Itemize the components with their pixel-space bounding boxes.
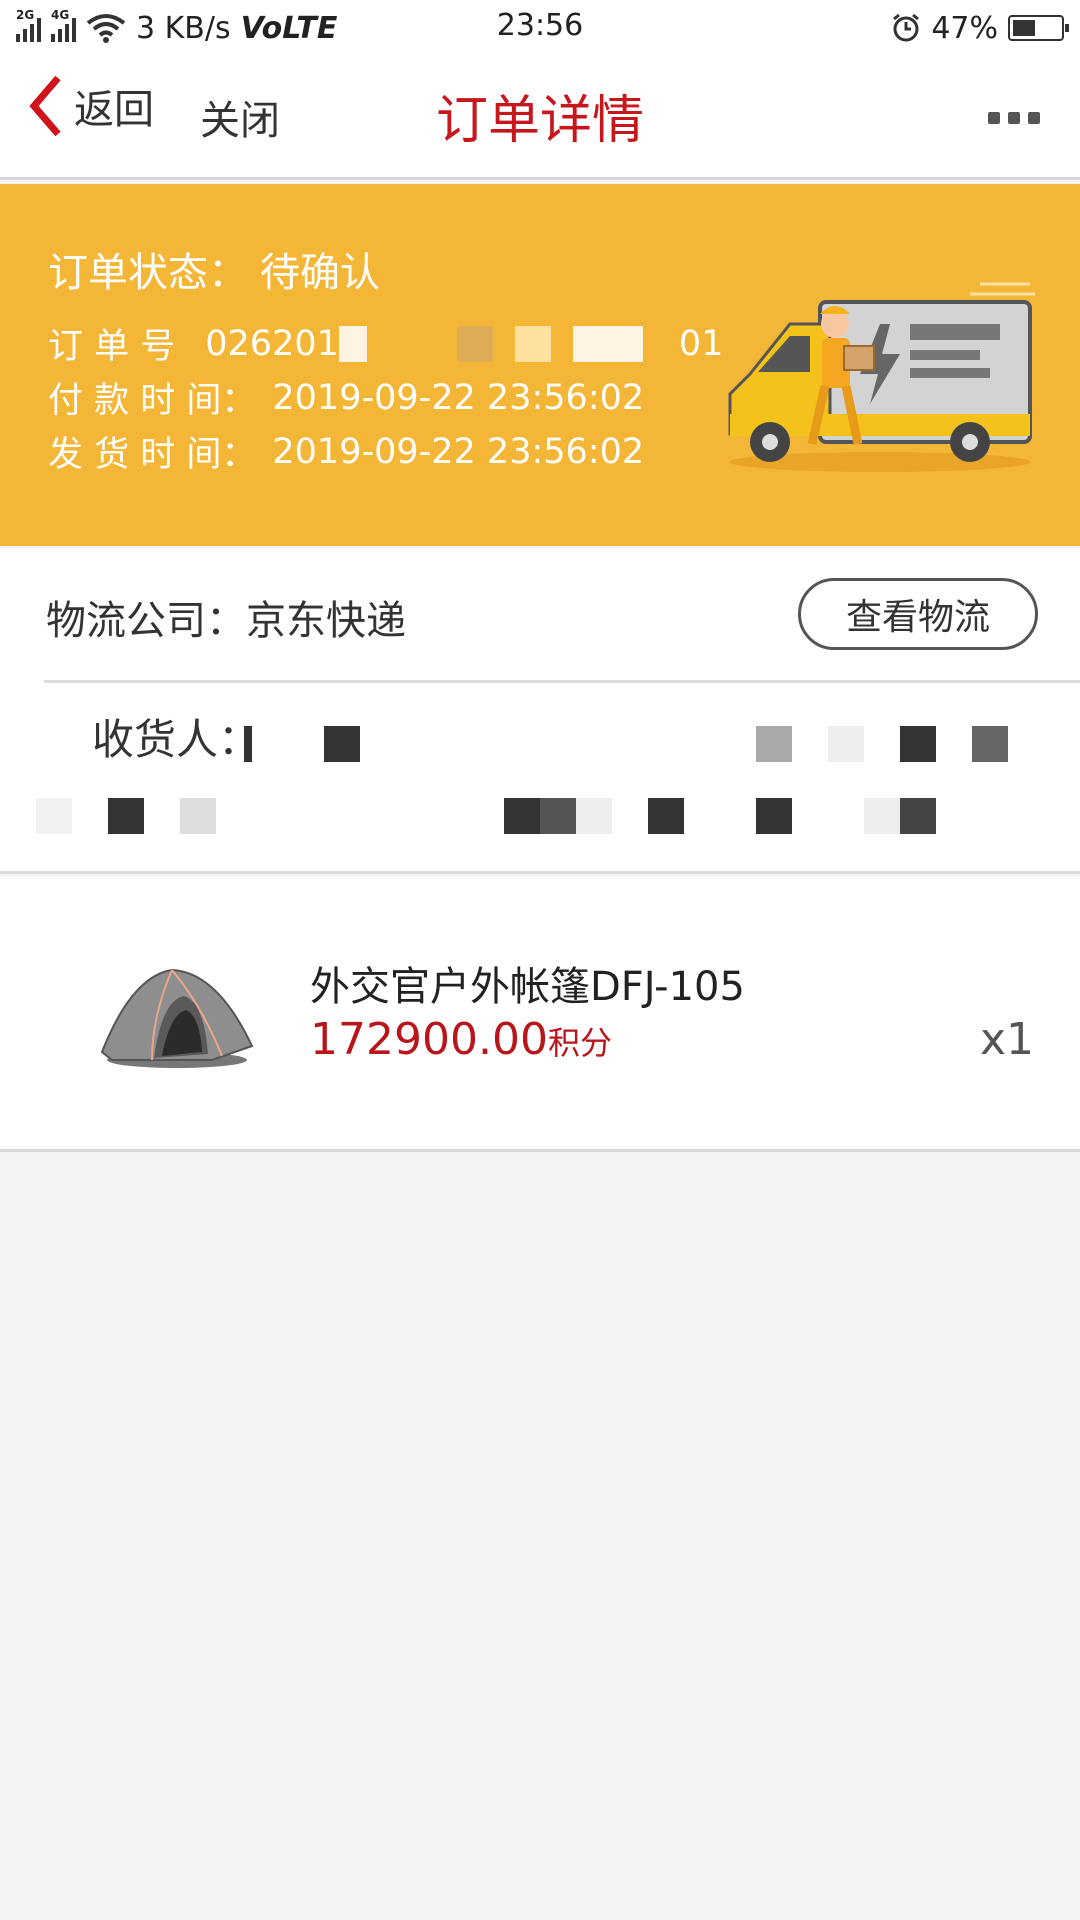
redacted-block (828, 726, 864, 762)
pay-time-value: 2019-09-22 23:56:02 (272, 377, 645, 418)
redacted-block (900, 726, 936, 762)
redacted-block (244, 726, 252, 762)
product-price-unit: 积分 (547, 1024, 612, 1062)
logistics-company: 物流公司：京东快递 (46, 588, 406, 646)
battery-icon (1008, 15, 1069, 41)
redacted-block (180, 798, 216, 834)
status-bar: 2G 4G 3 KB/s VoLTE 23:56 47% (0, 0, 1080, 56)
redacted-block (576, 798, 612, 834)
logistics-company-value: 京东快递 (246, 598, 406, 644)
nav-bar: 返回 关闭 订单详情 (0, 56, 1080, 180)
pay-time-label: 付 款 时 间： (48, 381, 257, 421)
order-status: 订单状态： 待确认 (48, 240, 380, 298)
redacted-block (514, 325, 551, 362)
receiver-label: 收货人： (92, 715, 261, 764)
ship-time-value: 2019-09-22 23:56:02 (272, 431, 645, 472)
tent-image (100, 968, 254, 1068)
ship-time-label: 发 货 时 间： (48, 435, 257, 475)
redacted-block (972, 726, 1008, 762)
redacted-block (338, 325, 367, 362)
more-dots-icon[interactable] (988, 112, 1040, 124)
redacted-block (648, 798, 684, 834)
order-status-banner: 订单状态： 待确认 订 单 号 026201 01 付 款 时 间： 2019-0… (0, 184, 1080, 546)
redacted-block (756, 798, 792, 834)
order-number-label: 订 单 号 (48, 327, 176, 367)
redacted-block (756, 726, 792, 762)
redacted-block (108, 798, 144, 834)
redacted-block (900, 798, 936, 834)
view-logistics-button[interactable]: 查看物流 (798, 578, 1038, 650)
clock: 23:56 (496, 8, 584, 43)
page-title: 订单详情 (435, 91, 644, 151)
redacted-block (324, 726, 360, 762)
redacted-block (540, 798, 576, 834)
order-status-value: 待确认 (260, 250, 380, 296)
redacted-block (504, 798, 540, 834)
pay-time-row: 付 款 时 间： 2019-09-22 23:56:02 (48, 372, 644, 423)
order-number-row: 订 单 号 026201 01 (48, 318, 723, 369)
product-name[interactable]: 外交官户外帐篷DFJ-105 (310, 954, 745, 1012)
order-number-prefix: 026201 (205, 323, 339, 364)
delivery-truck-illustration (728, 282, 1035, 472)
redacted-block (572, 325, 643, 362)
product-quantity: x1 (979, 1014, 1034, 1065)
redacted-block (36, 798, 72, 834)
product-price: 172900.00积分 (310, 1014, 612, 1065)
product-price-value: 172900.00 (310, 1014, 548, 1065)
product-item[interactable]: 外交官户外帐篷DFJ-105 172900.00积分 x1 (0, 876, 1080, 1152)
order-status-label: 订单状态： (48, 250, 248, 296)
redacted-block (864, 798, 900, 834)
ship-time-row: 发 货 时 间： 2019-09-22 23:56:02 (48, 426, 644, 477)
redacted-block (456, 325, 493, 362)
logistics-section: 物流公司：京东快递 查看物流 收货人： (0, 548, 1080, 874)
logistics-company-label: 物流公司： (46, 598, 246, 644)
divider (44, 680, 1080, 683)
